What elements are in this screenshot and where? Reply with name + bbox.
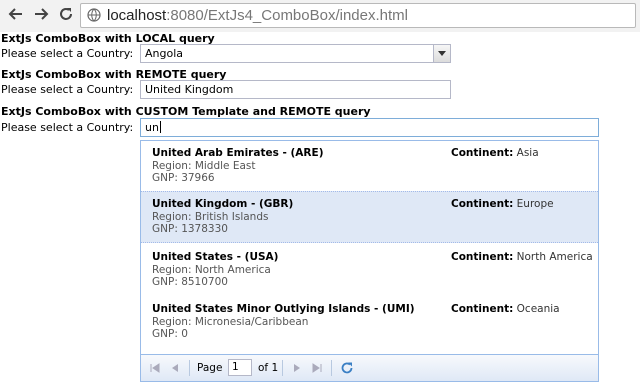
combobox-value: Angola: [145, 47, 184, 60]
dropdown-trigger[interactable]: [433, 45, 450, 62]
address-bar[interactable]: localhost:8080/ExtJs4_ComboBox/index.htm…: [80, 3, 636, 28]
separator: [331, 360, 332, 376]
reload-icon[interactable]: [56, 6, 76, 26]
separator: [189, 360, 190, 376]
prev-page-icon[interactable]: [169, 362, 181, 374]
page-info-icon: [87, 8, 101, 22]
refresh-icon[interactable]: [340, 361, 354, 375]
combobox-query: un: [145, 121, 159, 134]
country-label-custom: Please select a Country:: [1, 121, 134, 134]
combobox-value: United Kingdom: [145, 83, 234, 96]
country-label-remote: Please select a Country:: [1, 83, 134, 96]
browser-toolbar: localhost:8080/ExtJs4_ComboBox/index.htm…: [0, 0, 640, 32]
next-page-icon[interactable]: [291, 362, 303, 374]
country-label-local: Please select a Country:: [1, 47, 134, 60]
text-cursor: [159, 121, 161, 133]
forward-arrow-icon[interactable]: [31, 6, 51, 26]
section-title-custom: ExtJs ComboBox with CUSTOM Template and …: [1, 105, 371, 118]
last-page-icon[interactable]: [311, 362, 323, 374]
paging-toolbar: Page 1 of 1: [141, 354, 598, 381]
page-count: of 1: [258, 362, 279, 374]
first-page-icon[interactable]: [149, 362, 161, 374]
page-number-input[interactable]: 1: [228, 359, 252, 376]
country-combobox-custom[interactable]: un: [140, 118, 599, 137]
back-arrow-icon[interactable]: [6, 6, 26, 26]
country-combobox-local[interactable]: Angola: [140, 44, 451, 63]
list-item[interactable]: United States Minor Outlying Islands - (…: [141, 297, 598, 349]
list-item[interactable]: United States - (USA) Region: North Amer…: [141, 245, 598, 297]
chevron-down-icon: [438, 51, 446, 56]
url-text: localhost:8080/ExtJs4_ComboBox/index.htm…: [107, 7, 408, 24]
list-item[interactable]: United Arab Emirates - (ARE) Region: Mid…: [141, 141, 598, 193]
combobox-results-list: United Arab Emirates - (ARE) Region: Mid…: [140, 140, 599, 382]
separator: [282, 360, 283, 376]
country-combobox-remote[interactable]: United Kingdom: [140, 80, 451, 99]
list-item-selected[interactable]: United Kingdom - (GBR) Region: British I…: [141, 191, 598, 243]
page-label: Page: [197, 362, 223, 374]
